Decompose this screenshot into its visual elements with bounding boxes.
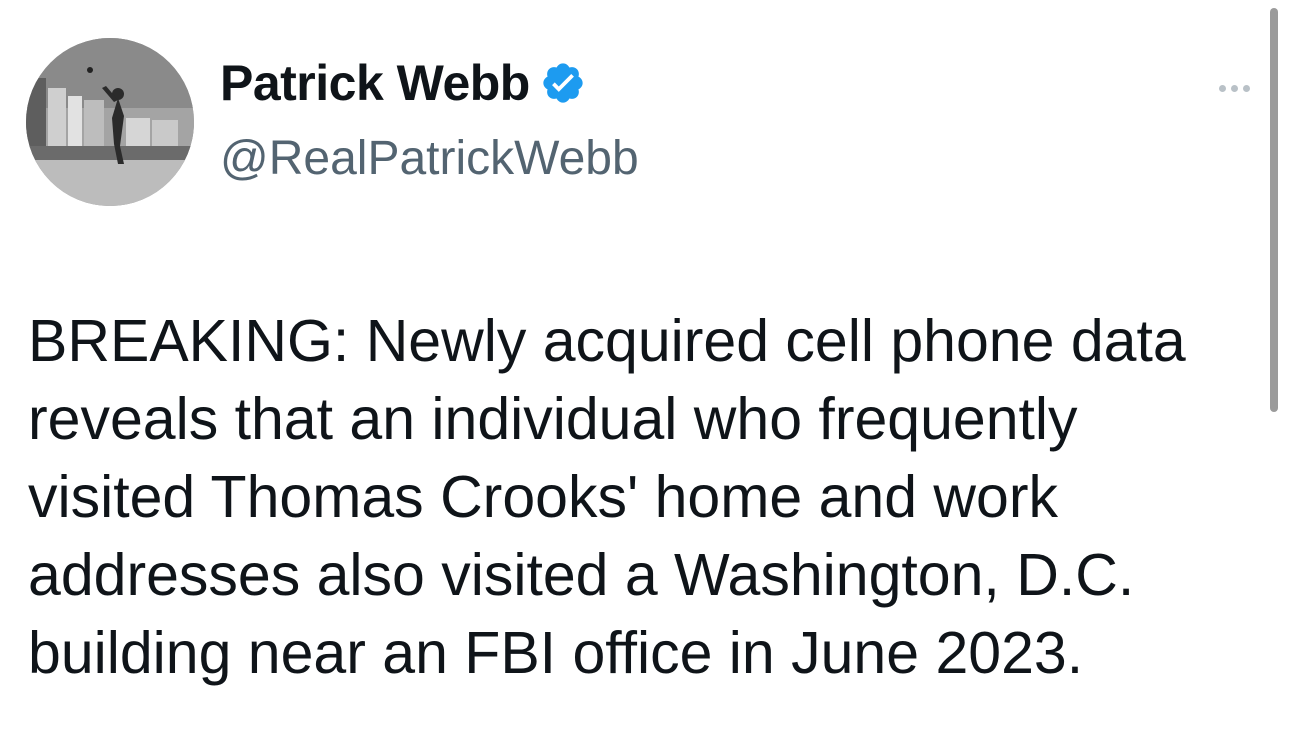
- verified-badge-icon[interactable]: [540, 60, 586, 106]
- avatar-photo: [26, 38, 194, 206]
- avatar[interactable]: [26, 38, 194, 206]
- author-display-name[interactable]: Patrick Webb: [220, 58, 530, 108]
- tweet-text: BREAKING: Newly acquired cell phone data…: [28, 308, 1186, 686]
- ellipsis-icon: [1230, 84, 1238, 92]
- ellipsis-icon: [1242, 84, 1250, 92]
- more-options-button[interactable]: [1210, 76, 1258, 100]
- author-handle[interactable]: @RealPatrickWebb: [220, 135, 639, 183]
- author-name-row: Patrick Webb: [220, 58, 586, 108]
- ellipsis-icon: [1218, 84, 1226, 92]
- scrollbar[interactable]: [1270, 8, 1278, 412]
